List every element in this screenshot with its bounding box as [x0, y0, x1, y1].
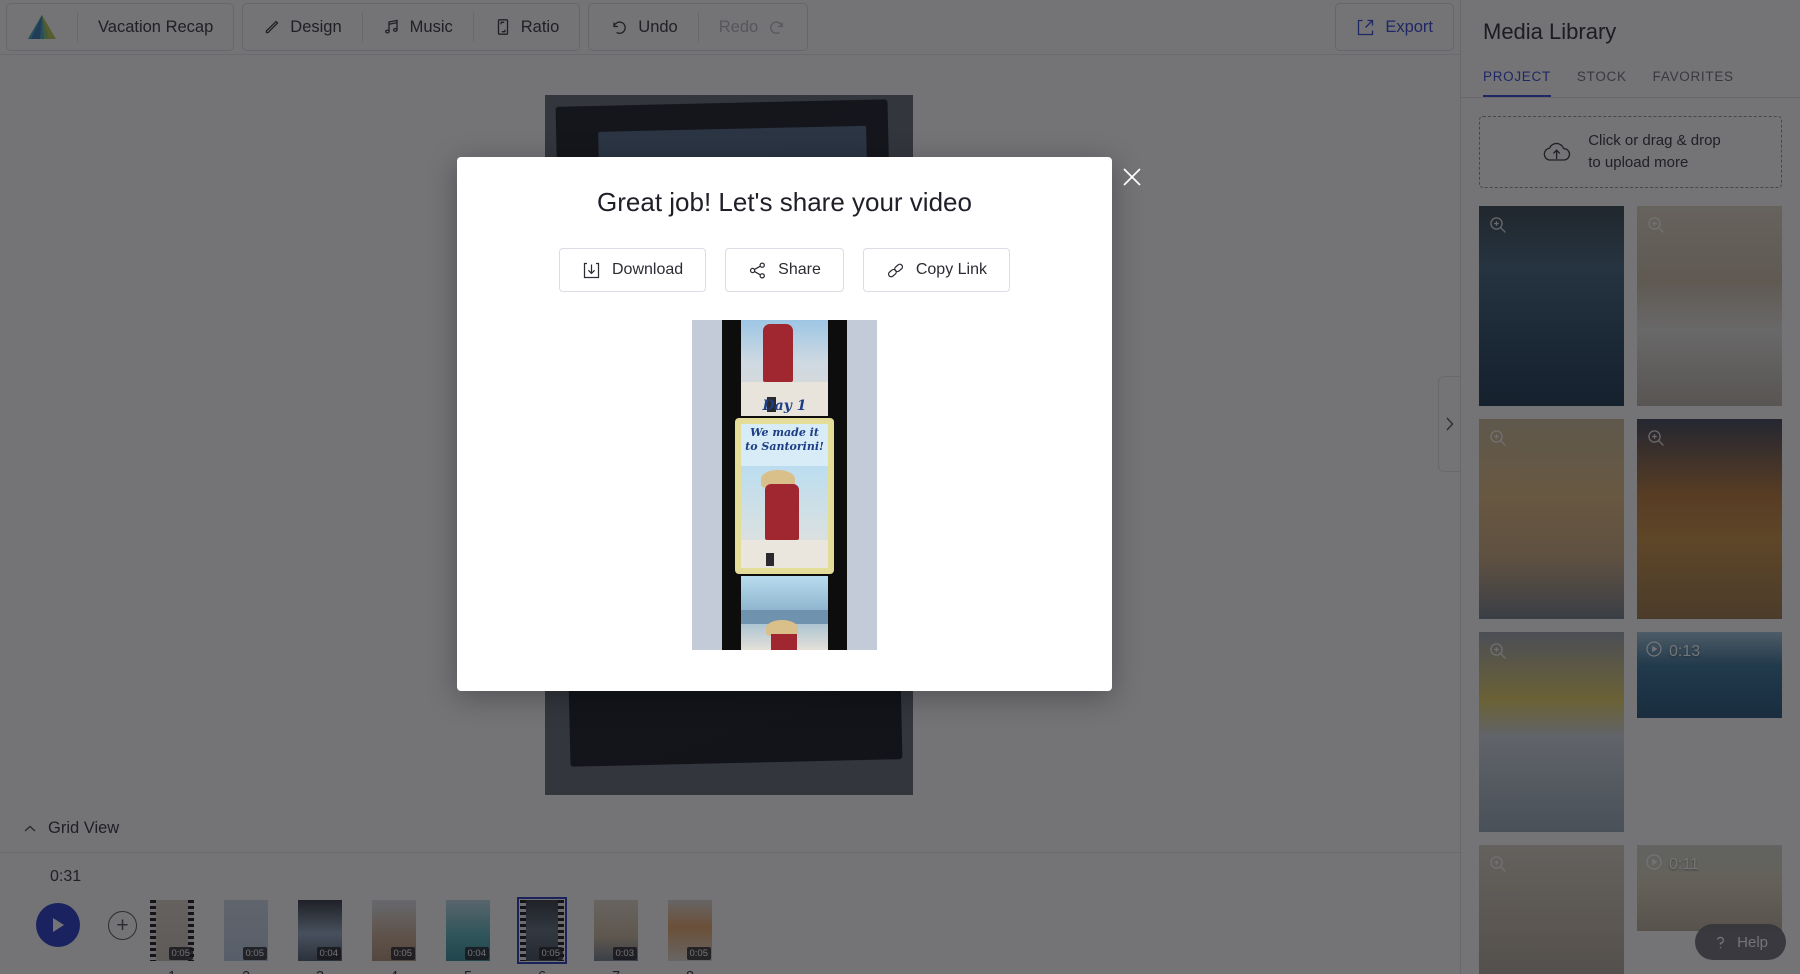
share-button[interactable]: Share	[725, 248, 844, 292]
download-button[interactable]: Download	[558, 248, 707, 292]
copy-link-label: Copy Link	[915, 261, 987, 278]
download-icon	[582, 261, 601, 280]
preview-frame-2: We made it to Santorini!	[741, 424, 828, 568]
preview-caption-line1: We made it	[750, 426, 819, 439]
preview-caption-line2: to Santorini!	[745, 440, 824, 453]
share-nodes-icon	[748, 261, 767, 280]
preview-frame-3	[741, 576, 828, 650]
modal-action-buttons: Download Share Copy Link	[558, 248, 1010, 292]
modal-title: Great job! Let's share your video	[597, 187, 972, 217]
share-label: Share	[778, 261, 821, 278]
preview-caption-day: Day 1	[762, 398, 807, 414]
share-video-modal: Great job! Let's share your video Downlo…	[457, 157, 1112, 691]
download-label: Download	[611, 261, 684, 278]
link-icon	[886, 261, 905, 280]
modal-close-button[interactable]	[1120, 165, 1144, 189]
copy-link-button[interactable]: Copy Link	[862, 248, 1010, 292]
filmstrip-graphic: Day 1 We made it to Santorini!	[722, 320, 847, 650]
video-preview-thumbnail[interactable]: Day 1 We made it to Santorini!	[692, 320, 877, 650]
close-icon	[1120, 165, 1144, 189]
preview-frame-1: Day 1	[741, 320, 828, 416]
